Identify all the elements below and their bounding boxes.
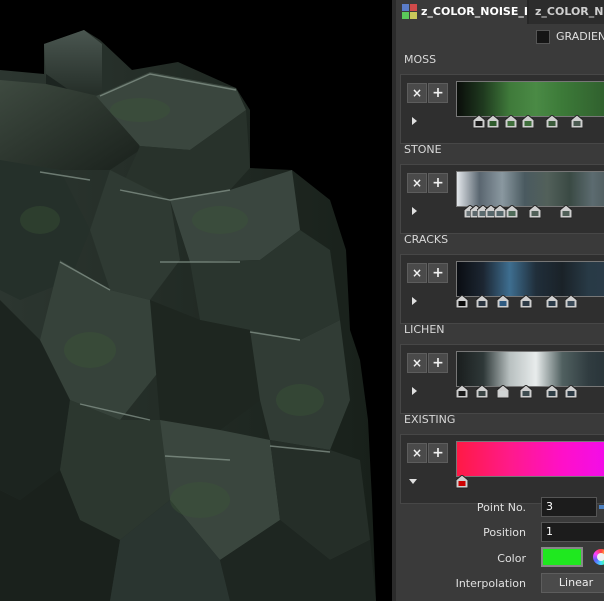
ramp-handle[interactable] <box>520 385 533 399</box>
tab-color-noise-hi[interactable]: z_COLOR_NOISE_HI <box>396 0 527 24</box>
gradient-checkbox[interactable] <box>536 30 550 44</box>
ramp-handle[interactable] <box>475 385 488 399</box>
ramp-handle[interactable] <box>565 385 578 399</box>
node-icon <box>402 4 417 19</box>
ramp-editor-moss: × + <box>400 74 604 144</box>
add-point-button[interactable]: + <box>428 83 448 103</box>
point-no-field[interactable]: 3 <box>541 497 597 517</box>
remove-point-button[interactable]: × <box>407 83 427 103</box>
section-label-lichen: LICHEN <box>404 323 445 336</box>
section-label-moss: MOSS <box>404 53 437 66</box>
3d-viewport[interactable] <box>0 0 392 601</box>
ramp-handle[interactable] <box>456 295 468 309</box>
rock-cliff-render <box>0 30 376 601</box>
ramp-handle[interactable] <box>472 115 485 129</box>
add-point-button[interactable]: + <box>428 173 448 193</box>
tab-color-noise[interactable]: z_COLOR_NO <box>529 0 604 24</box>
ramp-handle[interactable] <box>545 115 558 129</box>
section-label-cracks: CRACKS <box>404 233 449 246</box>
add-point-button[interactable]: + <box>428 263 448 283</box>
ramp-handle[interactable] <box>486 115 499 129</box>
add-point-button[interactable]: + <box>428 443 448 463</box>
ramp-handle[interactable] <box>521 115 534 129</box>
point-no-slider[interactable] <box>599 505 604 509</box>
color-wheel-icon[interactable] <box>593 549 604 565</box>
expand-triangle-icon[interactable] <box>412 387 417 395</box>
collapse-triangle-icon[interactable] <box>409 479 417 484</box>
ramp-handle[interactable] <box>505 115 517 129</box>
color-ramp-panel: z_COLOR_NOISE_HI z_COLOR_NO GRADIENT MOS… <box>392 0 604 601</box>
ramp-handle[interactable] <box>565 295 578 309</box>
ramp-editor-stone: × + <box>400 164 604 234</box>
expand-triangle-icon[interactable] <box>412 207 417 215</box>
remove-point-button[interactable]: × <box>407 263 427 283</box>
point-no-label: Point No. <box>476 501 526 514</box>
position-label: Position <box>483 526 526 539</box>
ramp-handles <box>456 385 604 401</box>
ramp-handle[interactable] <box>559 205 572 219</box>
ramp-editor-existing: × + <box>400 434 604 504</box>
position-field[interactable]: 1 <box>541 522 604 542</box>
remove-point-button[interactable]: × <box>407 443 427 463</box>
remove-point-button[interactable]: × <box>407 353 427 373</box>
color-ramp-bar[interactable] <box>456 441 604 477</box>
ramp-handle[interactable] <box>475 295 488 309</box>
color-label: Color <box>497 552 526 565</box>
add-point-button[interactable]: + <box>428 353 448 373</box>
ramp-handle[interactable] <box>456 475 468 489</box>
ramp-handles <box>456 205 604 221</box>
color-ramp-bar[interactable] <box>456 261 604 297</box>
ramp-handle[interactable] <box>493 205 506 219</box>
ramp-handle[interactable] <box>496 295 509 309</box>
ramp-handle[interactable] <box>528 205 541 219</box>
ramp-handle[interactable] <box>496 385 509 399</box>
ramp-editor-lichen: × + <box>400 344 604 414</box>
ramp-handle[interactable] <box>545 295 558 309</box>
remove-point-button[interactable]: × <box>407 173 427 193</box>
gradient-label: GRADIENT <box>556 30 604 43</box>
expand-triangle-icon[interactable] <box>412 117 417 125</box>
interpolation-label: Interpolation <box>455 577 526 590</box>
ramp-handle[interactable] <box>570 115 583 129</box>
color-ramp-bar[interactable] <box>456 351 604 387</box>
ramp-handle[interactable] <box>456 385 468 399</box>
gradient-toggle[interactable]: GRADIENT <box>536 28 604 46</box>
tab-label: z_COLOR_NO <box>535 5 604 18</box>
color-ramp-bar[interactable] <box>456 171 604 207</box>
ramp-handle[interactable] <box>545 385 558 399</box>
ramp-handle[interactable] <box>520 295 533 309</box>
color-swatch[interactable] <box>541 547 583 567</box>
ramp-handles <box>456 295 604 311</box>
section-label-existing: EXISTING <box>404 413 456 426</box>
ramp-editor-cracks: × + <box>400 254 604 324</box>
ramp-handles <box>456 475 604 491</box>
color-ramp-bar[interactable] <box>456 81 604 117</box>
section-label-stone: STONE <box>404 143 442 156</box>
interpolation-dropdown[interactable]: Linear <box>541 573 604 593</box>
tab-bar: z_COLOR_NOISE_HI z_COLOR_NO <box>396 0 604 24</box>
tab-label: z_COLOR_NOISE_HI <box>421 5 527 18</box>
ramp-handles <box>456 115 604 131</box>
expand-triangle-icon[interactable] <box>412 297 417 305</box>
ramp-handle[interactable] <box>506 205 519 219</box>
